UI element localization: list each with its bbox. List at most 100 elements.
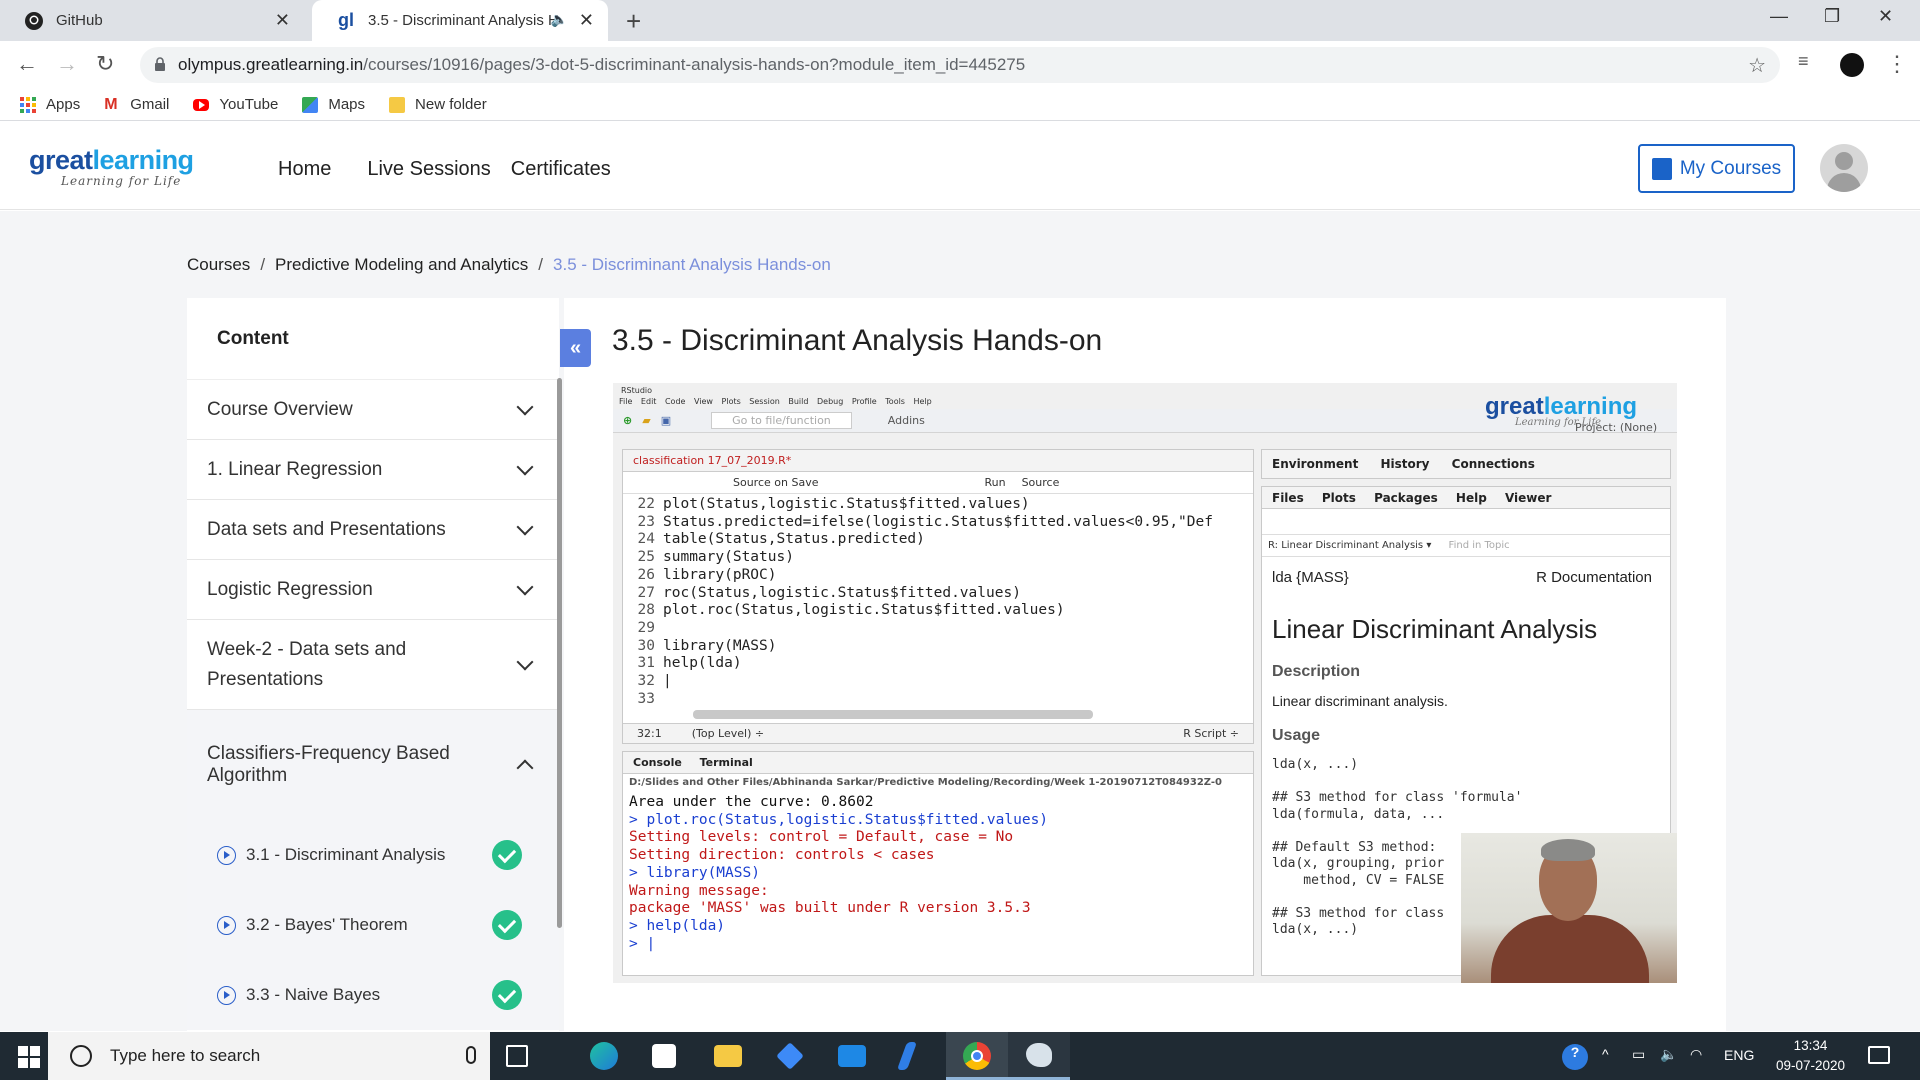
breadcrumb-courses[interactable]: Courses xyxy=(187,255,250,274)
file-type-label: R Script ÷ xyxy=(1183,727,1239,740)
editor-hscroll xyxy=(693,710,1093,719)
nav-certificates[interactable]: Certificates xyxy=(511,158,611,181)
lesson-item[interactable]: 3.1 - Discriminant Analysis xyxy=(187,820,559,890)
taskbar-search[interactable]: Type here to search xyxy=(48,1032,490,1080)
language-indicator[interactable]: ENG xyxy=(1724,1047,1754,1063)
sidebar-heading: Content xyxy=(187,298,559,380)
module-data-sets[interactable]: Data sets and Presentations xyxy=(187,500,559,560)
code-line: 27 roc(Status,logistic.Status$fitted.valu… xyxy=(623,585,1253,603)
play-circle-icon xyxy=(217,985,236,1005)
forward-button[interactable]: → xyxy=(56,51,78,77)
bookmark-new-folder[interactable]: New folder xyxy=(389,96,487,113)
console-tabs: Console Terminal xyxy=(623,752,1253,774)
bookmark-gmail[interactable]: M Gmail xyxy=(104,96,169,113)
editor-toolbar: Source on Save Run Source xyxy=(623,472,1253,494)
close-tab-icon[interactable]: ✕ xyxy=(275,10,290,31)
bookmark-maps[interactable]: Maps xyxy=(302,96,365,113)
lesson-label: 3.3 - Naive Bayes xyxy=(246,985,381,1004)
my-courses-button[interactable]: My Courses xyxy=(1638,144,1795,193)
bookmarks-bar: Apps M Gmail YouTube Maps New folder xyxy=(0,89,1920,121)
module-logistic-regression[interactable]: Logistic Regression xyxy=(187,560,559,620)
minimize-button[interactable]: — xyxy=(1770,6,1788,27)
paint-icon xyxy=(1026,1043,1052,1067)
user-avatar[interactable] xyxy=(1820,144,1868,192)
new-tab-button[interactable]: + xyxy=(626,6,641,37)
module-label: 1. Linear Regression xyxy=(207,458,383,480)
chevron-up-icon[interactable]: ^ xyxy=(1602,1046,1609,1062)
environment-tabs: Environment History Connections xyxy=(1261,449,1671,479)
wifi-icon[interactable]: ◠ xyxy=(1690,1046,1702,1063)
star-icon[interactable]: ☆ xyxy=(1748,53,1766,78)
close-tab-icon[interactable]: ✕ xyxy=(579,10,594,31)
apps-grid-icon xyxy=(20,96,36,113)
code-line: 25 summary(Status) xyxy=(623,549,1253,567)
lesson-item[interactable]: 3.3 - Naive Bayes xyxy=(187,960,559,1030)
tab-title: 3.5 - Discriminant Analysis H xyxy=(368,12,559,29)
module-linear-regression[interactable]: 1. Linear Regression xyxy=(187,440,559,500)
lecture-video[interactable]: RStudio File Edit Code View Plots Sessio… xyxy=(613,383,1677,983)
module-course-overview[interactable]: Course Overview xyxy=(187,380,559,440)
module-label: Logistic Regression xyxy=(207,578,373,600)
console-line: Warning message: xyxy=(629,882,769,899)
battery-icon[interactable]: ▭ xyxy=(1632,1046,1645,1063)
line-text: library(MASS) xyxy=(663,637,777,654)
browser-tab-strip: GitHub ✕ gl 3.5 - Discriminant Analysis … xyxy=(0,0,1920,41)
url-field[interactable]: olympus.greatlearning.in/courses/10916/p… xyxy=(140,47,1780,83)
maximize-button[interactable]: ❐ xyxy=(1824,6,1840,27)
dropbox-icon[interactable] xyxy=(776,1042,804,1070)
instructor-body xyxy=(1491,915,1649,983)
line-text: help(lda) xyxy=(663,655,742,672)
breadcrumb-course[interactable]: Predictive Modeling and Analytics xyxy=(275,255,528,274)
media-control-icon[interactable]: ≡ xyxy=(1798,51,1809,72)
nav-home[interactable]: Home xyxy=(278,158,331,181)
store-icon[interactable] xyxy=(652,1044,676,1068)
paint-taskbar-item[interactable] xyxy=(1008,1032,1070,1080)
lesson-item[interactable]: 3.2 - Bayes' Theorem xyxy=(187,890,559,960)
help-paragraph: Linear discriminant analysis. xyxy=(1272,693,1448,709)
audio-icon[interactable]: 🔈 xyxy=(551,11,568,28)
windows-start-icon[interactable] xyxy=(18,1046,40,1068)
code-line: 28 plot.roc(Status,logistic.Status$fitted… xyxy=(623,602,1253,620)
collapse-sidebar-button[interactable]: « xyxy=(560,329,591,367)
greatlearning-logo[interactable]: greatlearning Learning for Life xyxy=(29,145,194,188)
edge-icon[interactable] xyxy=(590,1042,618,1070)
system-clock[interactable]: 13:34 09-07-2020 xyxy=(1776,1036,1845,1076)
help-tray-icon[interactable]: ? xyxy=(1562,1044,1588,1070)
task-view-icon[interactable] xyxy=(506,1045,528,1067)
back-button[interactable]: ← xyxy=(16,51,38,77)
tab-github[interactable]: GitHub ✕ xyxy=(0,0,304,41)
help-heading: Usage xyxy=(1272,727,1321,744)
code-line: 33 xyxy=(623,691,1253,709)
microphone-icon[interactable] xyxy=(466,1046,476,1064)
search-placeholder: Type here to search xyxy=(110,1046,261,1065)
code-line: 32 | xyxy=(623,673,1253,691)
notifications-icon[interactable] xyxy=(1868,1046,1890,1064)
window-close-button[interactable]: ✕ xyxy=(1878,6,1893,27)
chrome-taskbar-active[interactable] xyxy=(946,1032,1008,1080)
reload-button[interactable]: ↻ xyxy=(96,51,114,77)
module-week2-data-sets[interactable]: Week-2 - Data sets and Presentations xyxy=(187,620,559,710)
file-explorer-icon[interactable] xyxy=(714,1045,742,1067)
volume-icon[interactable]: 🔈 xyxy=(1660,1046,1677,1063)
sidebar-scrollbar[interactable] xyxy=(557,378,562,928)
module-label: Week-2 - Data sets and Presentations xyxy=(207,638,407,690)
module-classifiers[interactable]: Classifiers-Frequency Based Algorithm xyxy=(187,710,559,820)
lock-icon xyxy=(155,57,165,71)
nav-live-sessions[interactable]: Live Sessions xyxy=(367,158,490,181)
line-number: 26 xyxy=(637,566,655,583)
mail-icon[interactable] xyxy=(838,1045,866,1067)
chevron-down-icon xyxy=(516,458,534,475)
tab-discriminant-analysis[interactable]: gl 3.5 - Discriminant Analysis H 🔈 ✕ xyxy=(312,0,608,41)
logo-text: learning xyxy=(1543,393,1638,420)
bookmark-youtube[interactable]: YouTube xyxy=(193,96,278,113)
profile-icon[interactable] xyxy=(1840,53,1864,77)
tab-title: GitHub xyxy=(56,12,103,29)
bookmark-apps[interactable]: Apps xyxy=(20,96,80,113)
menu-kebab-icon[interactable]: ⋮ xyxy=(1886,51,1908,77)
pinned-app-icon[interactable] xyxy=(896,1042,918,1070)
breadcrumb: Courses / Predictive Modeling and Analytic… xyxy=(187,255,831,275)
console-pane: Console Terminal D:/Slides and Other Fil… xyxy=(622,751,1254,976)
play-circle-icon xyxy=(217,915,236,935)
cortana-icon xyxy=(70,1045,92,1067)
code-line: 26 library(pROC) xyxy=(623,567,1253,585)
